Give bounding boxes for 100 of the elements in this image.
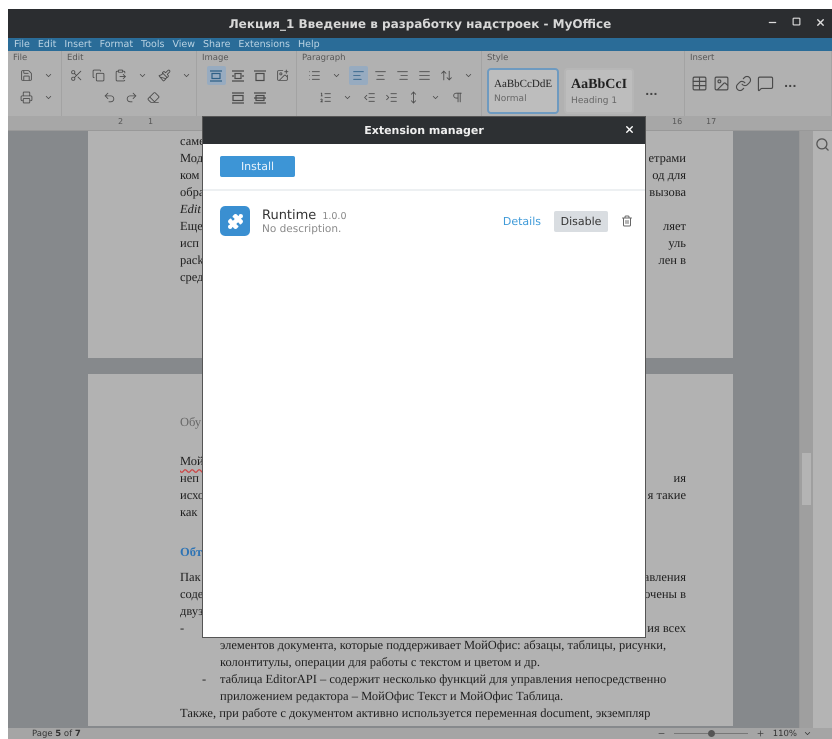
image-icon[interactable]	[276, 69, 288, 82]
install-button[interactable]: Install	[220, 156, 295, 177]
chevron-down-icon[interactable]	[332, 71, 341, 80]
group-label: Style	[487, 53, 510, 63]
numbered-list-icon[interactable]	[319, 91, 332, 104]
more-button[interactable]: ...	[778, 77, 803, 90]
trash-icon[interactable]	[621, 215, 633, 227]
align-right-icon[interactable]	[396, 69, 409, 82]
menu-item[interactable]: View	[172, 38, 195, 51]
text-wrap-icon[interactable]	[231, 70, 245, 82]
text-fragment: Еще	[180, 219, 203, 234]
pilcrow-icon[interactable]	[451, 91, 464, 104]
chevron-down-icon[interactable]	[182, 71, 191, 80]
text-fragment: уль	[668, 236, 686, 251]
eraser-icon[interactable]	[147, 91, 160, 104]
zoom-value[interactable]: 110%	[772, 728, 797, 738]
undo-icon[interactable]	[103, 91, 116, 104]
chevron-down-icon[interactable]	[44, 93, 52, 102]
chevron-down-icon[interactable]	[464, 71, 473, 80]
text-fragment: вызова	[649, 185, 686, 200]
text-wrap-icon[interactable]	[231, 92, 245, 104]
paragraph-line: таблица EditorAPI – содержит несколько функций для управления непосредственно	[220, 672, 666, 687]
menu-item[interactable]: Share	[203, 38, 230, 51]
chevron-down-icon[interactable]	[343, 93, 352, 102]
style-name: Heading 1	[571, 96, 618, 106]
paragraph-line: элементов документа, которые поддерживает МойОфис: абзацы, таблицы, рисунки,	[219, 638, 666, 653]
text-wrap-icon[interactable]	[253, 70, 267, 82]
maximize-icon[interactable]	[792, 17, 801, 26]
text-wrap-icon[interactable]	[253, 92, 267, 104]
format-painter-icon[interactable]	[158, 69, 171, 82]
save-icon[interactable]	[20, 69, 32, 82]
extension-name: Runtime	[262, 208, 316, 222]
menu-item[interactable]: Insert	[64, 38, 92, 51]
close-icon[interactable]	[815, 17, 826, 28]
style-name: Normal	[494, 94, 528, 104]
text-fragment: ия всех	[647, 621, 686, 636]
style-sample: AaBbCcDdE	[494, 78, 552, 92]
text-fragment: ком	[180, 168, 200, 183]
outdent-icon[interactable]	[363, 91, 376, 104]
ruler-number: 17	[706, 117, 716, 126]
puzzle-icon	[220, 206, 250, 236]
text-fragment: Edit	[180, 202, 201, 217]
align-left-icon[interactable]	[352, 69, 365, 82]
text-fragment: Пак	[180, 570, 201, 585]
indent-icon[interactable]	[385, 91, 398, 104]
menu-item[interactable]: File	[14, 38, 30, 51]
chevron-down-icon[interactable]	[803, 729, 812, 738]
search-icon[interactable]	[815, 137, 830, 152]
extension-version: 1.0.0	[322, 210, 346, 222]
vertical-scrollbar[interactable]	[799, 131, 814, 728]
menu-item[interactable]: Extensions	[238, 38, 290, 51]
redo-icon[interactable]	[125, 91, 138, 104]
extension-description: No description.	[262, 222, 342, 234]
dialog-title: Extension manager	[364, 124, 484, 137]
copy-icon[interactable]	[92, 69, 105, 82]
group-label: Image	[202, 53, 230, 63]
paragraph-line: колонтитулы, операции для работы с текстом и цветом и др.	[219, 655, 540, 670]
align-justify-icon[interactable]	[418, 69, 431, 82]
text-fragment: Обт	[180, 545, 202, 560]
text-fragment: исп	[180, 236, 199, 251]
chevron-down-icon[interactable]	[138, 71, 147, 80]
chevron-down-icon[interactable]	[44, 71, 52, 80]
details-link[interactable]: Details	[502, 214, 541, 228]
image-icon[interactable]	[713, 75, 730, 92]
menu-item[interactable]: Tools	[141, 38, 164, 51]
text-fragment: я такие	[648, 488, 686, 503]
text-fragment: етрами	[648, 151, 686, 166]
text-fragment: лен в	[658, 253, 686, 268]
text-fragment: неп	[180, 471, 199, 486]
close-icon[interactable]	[624, 124, 635, 135]
disable-button[interactable]: Disable	[554, 210, 608, 232]
ruler-number: 2	[118, 117, 124, 126]
text-fragment: двуз	[180, 604, 204, 619]
window-title: Лекция_1 Введение в разработку надстроек - MyOffice	[228, 16, 612, 30]
table-icon[interactable]	[691, 75, 708, 92]
paste-icon[interactable]	[114, 69, 127, 82]
text-fragment: -	[180, 621, 184, 636]
style-card[interactable]: AaBbCcI Heading 1	[564, 68, 634, 114]
print-icon[interactable]	[20, 91, 32, 104]
link-icon[interactable]	[735, 75, 752, 92]
zoom-in-icon[interactable]	[756, 729, 765, 738]
text-wrap-icon[interactable]	[209, 70, 223, 82]
menu-item[interactable]: Edit	[38, 38, 56, 51]
group-label: Edit	[67, 53, 84, 63]
more-button[interactable]: ...	[639, 84, 664, 98]
align-center-icon[interactable]	[374, 69, 387, 82]
ruler-number: 16	[672, 117, 682, 126]
style-card[interactable]: AaBbCcDdE Normal	[487, 68, 560, 114]
chevron-down-icon[interactable]	[431, 93, 440, 102]
text-fragment: Мод	[180, 151, 204, 166]
text-fragment: ия	[674, 471, 686, 486]
text-fragment: од для	[652, 168, 686, 183]
menu-item[interactable]: Format	[100, 38, 134, 51]
text-fragment: ляет	[663, 219, 686, 234]
style-sample: AaBbCcI	[571, 76, 628, 94]
comment-icon[interactable]	[757, 75, 774, 92]
line-spacing-icon[interactable]	[440, 69, 453, 82]
cut-icon[interactable]	[70, 69, 83, 82]
menu-item[interactable]: Help	[298, 38, 320, 51]
paragraph-line: Также, при работе с документом активно используется переменная document, экземпляр	[180, 706, 650, 721]
